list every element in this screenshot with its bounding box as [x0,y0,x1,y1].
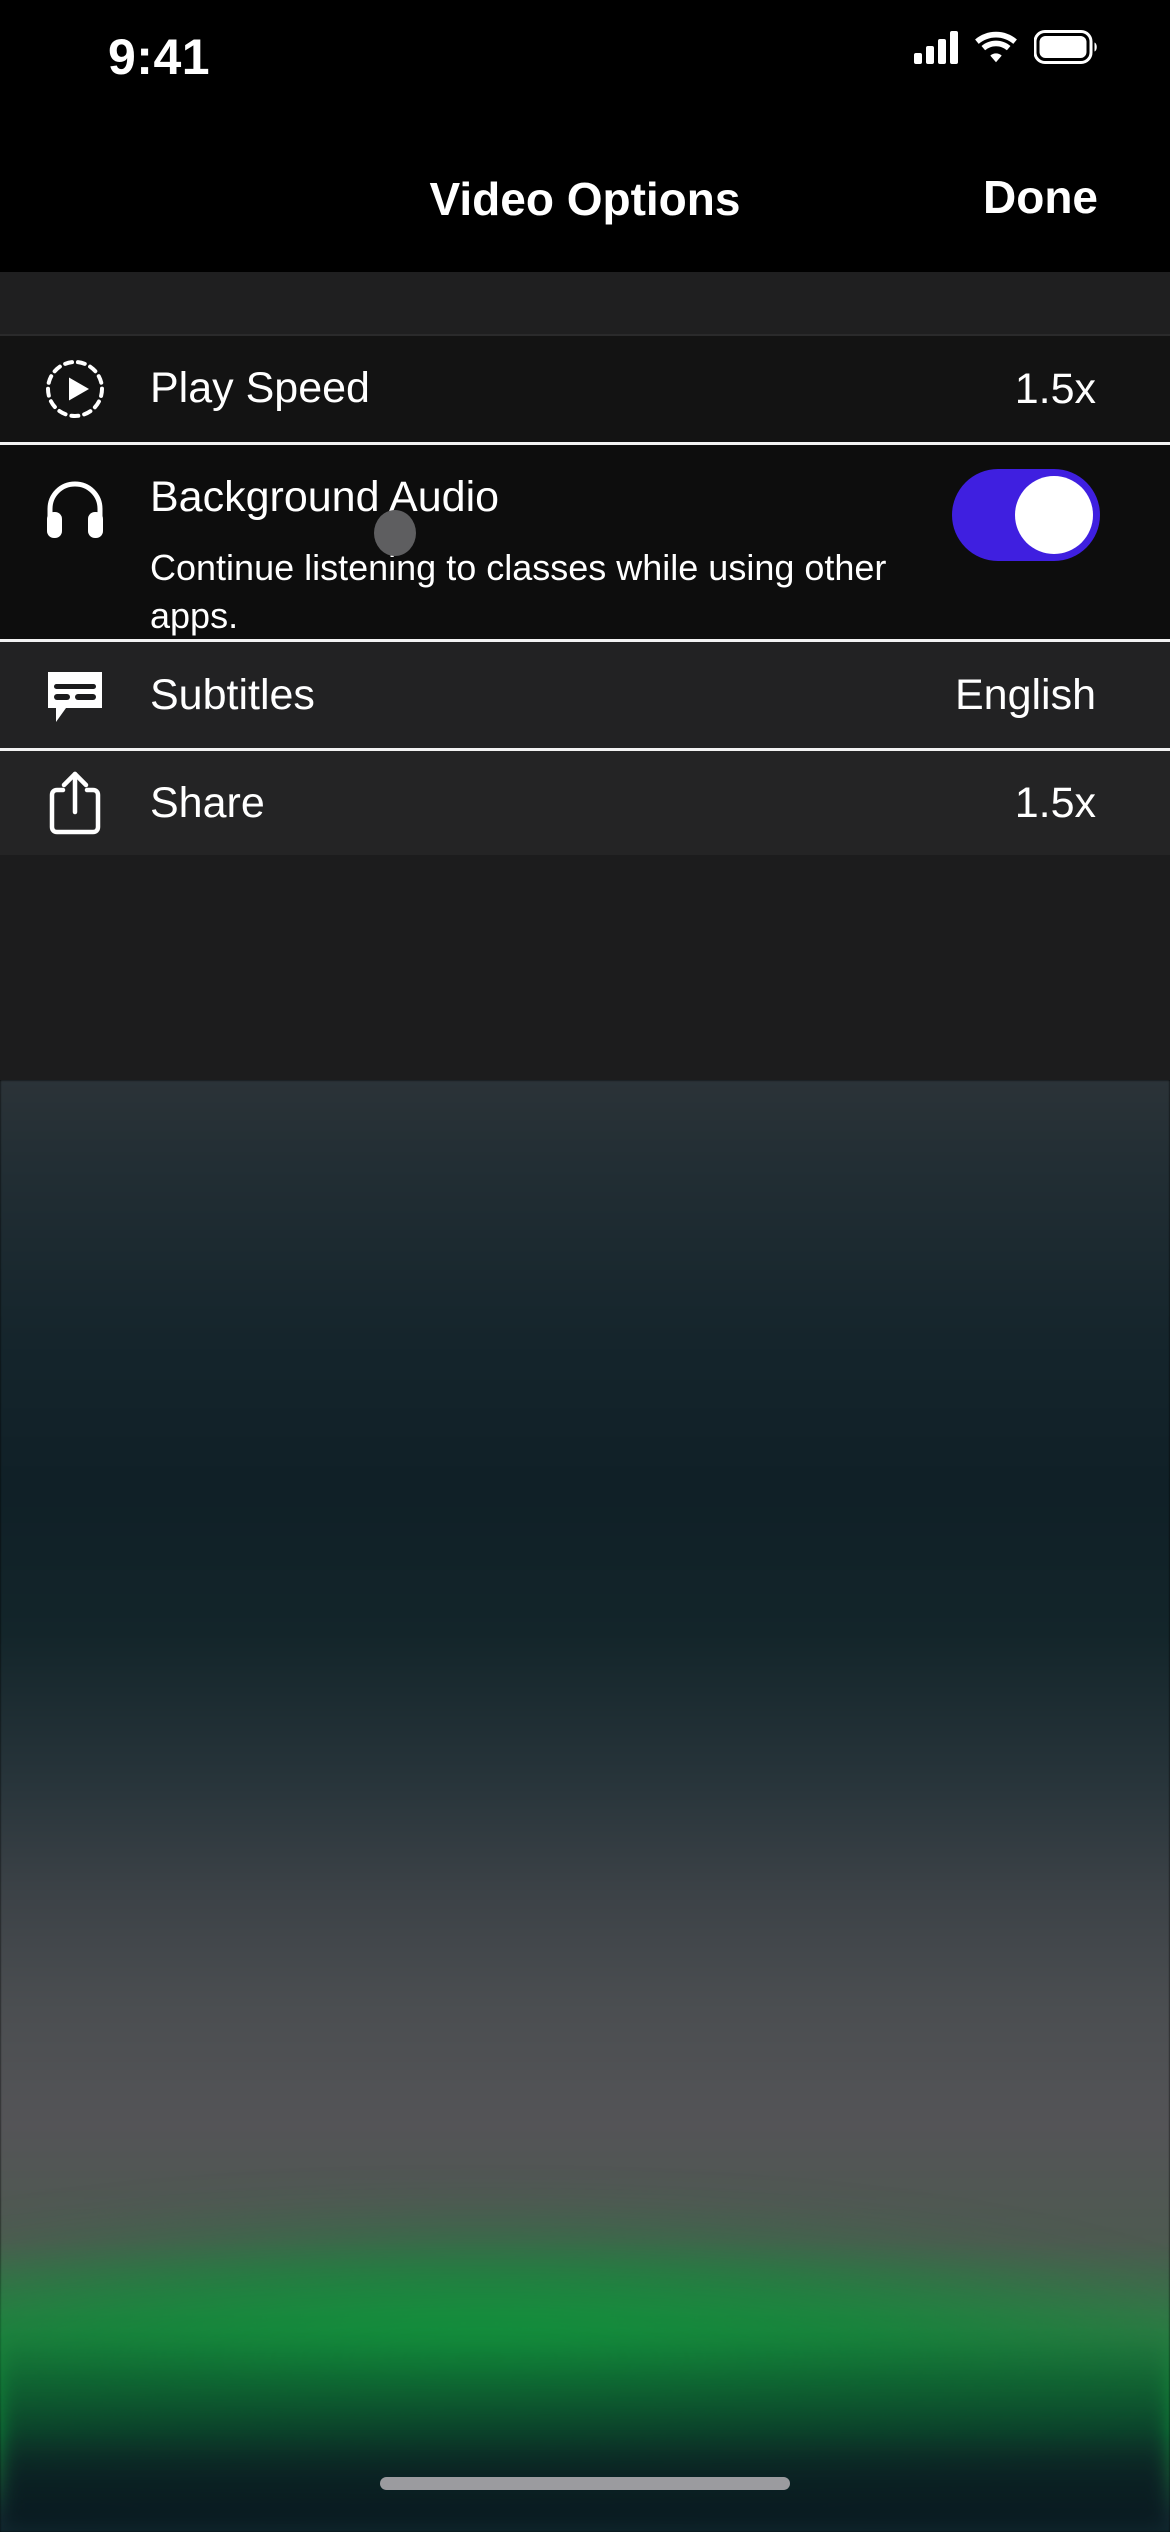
status-bar-indicators [914,30,1100,64]
cellular-signal-icon [914,30,958,64]
status-bar: 9:41 [0,0,1170,132]
subtitles-bubble-icon [0,664,150,726]
row-share[interactable]: Share 1.5x [0,751,1170,856]
video-bottom-shade [0,2328,1170,2532]
headphones-icon [0,475,150,539]
background-audio-toggle[interactable] [952,469,1100,561]
row-share-label: Share [150,778,265,827]
row-play-speed[interactable]: Play Speed 1.5x [0,336,1170,442]
row-share-main: Share [150,778,1015,827]
row-background-audio-label: Background Audio [150,473,500,521]
home-indicator[interactable] [380,2477,790,2490]
done-button[interactable]: Done [983,170,1098,224]
battery-icon [1034,30,1100,64]
row-subtitles-value[interactable]: English [955,671,1170,720]
row-share-value[interactable]: 1.5x [1015,779,1170,828]
row-background-audio[interactable]: Background Audio Continue listening to c… [0,445,1170,640]
row-subtitles[interactable]: Subtitles English [0,642,1170,749]
play-circle-dashed-icon [0,357,150,421]
row-subtitles-main: Subtitles [150,670,955,719]
phone-screen: 9:41 Video Options Done Play Speed 1.5x … [0,0,1170,2532]
nav-header: Video Options Done [0,132,1170,272]
row-play-speed-value[interactable]: 1.5x [1015,365,1170,414]
touch-point-indicator [374,510,416,556]
row-background-audio-subtitle: Continue listening to classes while usin… [150,547,887,636]
row-background-audio-main: Background Audio Continue listening to c… [150,473,952,639]
toggle-knob [1015,476,1093,554]
video-background [0,1080,1170,2532]
share-up-arrow-icon [0,770,150,836]
wifi-icon [974,30,1018,64]
row-play-speed-main: Play Speed [150,366,1015,411]
sheet-top-spacer [0,272,1170,334]
status-bar-time: 9:41 [108,29,211,85]
row-subtitles-label: Subtitles [150,670,315,719]
row-play-speed-label: Play Speed [150,364,370,413]
video-options-sheet: Play Speed 1.5x Background Audio Continu… [0,272,1170,1080]
